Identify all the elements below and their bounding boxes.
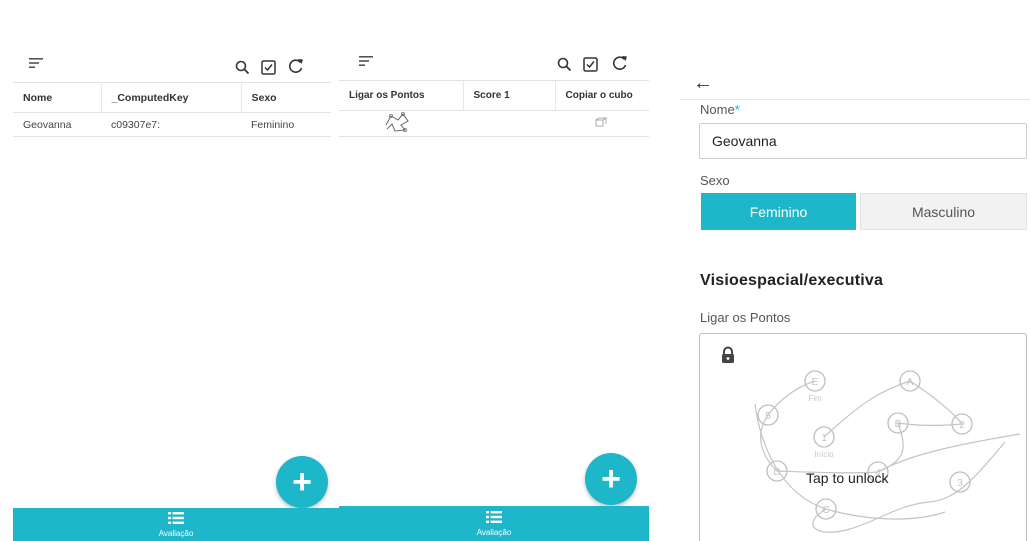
screen-d-scrolled: Ligar os Pontos Score 1 Copiar o cubo + … (339, 0, 649, 541)
trail-node-label: 1 (821, 433, 827, 444)
records-table-scrolled: Ligar os Pontos Score 1 Copiar o cubo (339, 80, 649, 137)
records-table: Nome _ComputedKey Sexo Geovanna c09307e7… (13, 82, 331, 137)
trail-node-label: A (907, 377, 914, 388)
sort-icon[interactable] (355, 50, 377, 72)
trail-node-label: 3 (957, 478, 963, 489)
refresh-icon[interactable] (609, 51, 631, 73)
trail-node-label: B (895, 419, 902, 430)
table-cell: Geovanna (13, 112, 101, 137)
column-header[interactable]: Score 1 (463, 80, 556, 111)
section-title: Visioespacial/executiva (700, 272, 884, 289)
drawing-field-label: Ligar os Pontos (700, 310, 791, 325)
lock-icon (720, 346, 736, 369)
cube-thumbnail-icon (595, 117, 608, 127)
trail-caption-end: Fim (808, 394, 822, 403)
table-cell: c09307e7: (101, 112, 241, 137)
table-row[interactable]: Geovanna c09307e7: Feminino (13, 112, 331, 137)
column-header[interactable]: Sexo (241, 82, 331, 113)
search-icon[interactable] (553, 53, 575, 75)
column-header[interactable]: Nome (13, 82, 102, 113)
add-record-button[interactable]: + (585, 453, 637, 505)
screen-d-list: Nome _ComputedKey Sexo Geovanna c09307e7… (13, 0, 339, 541)
column-header[interactable]: Copiar o cubo (555, 80, 649, 111)
table-header-row: Nome _ComputedKey Sexo (13, 82, 331, 113)
trail-node-label: 5 (765, 411, 771, 422)
cube-thumbnail-cell (555, 110, 649, 137)
search-icon[interactable] (231, 56, 253, 78)
screen-e-form: ← Nome* Geovanna Sexo Feminino Masculino… (680, 0, 1030, 541)
select-all-icon[interactable] (579, 53, 601, 75)
bottom-nav-label[interactable]: Avaliação (159, 529, 194, 538)
table-row[interactable] (339, 110, 649, 137)
add-record-button[interactable]: + (276, 456, 328, 508)
sex-option-feminino[interactable]: Feminino (701, 193, 856, 230)
required-mark: * (734, 102, 740, 117)
name-label: Nome* (700, 102, 740, 117)
trail-caption-start: Início (814, 450, 834, 459)
appbar-divider (680, 99, 1030, 100)
table-cell: Feminino (241, 112, 331, 137)
select-all-icon[interactable] (257, 56, 279, 78)
bottom-nav-bar: Avaliação (13, 508, 339, 541)
trail-node-label: C (822, 505, 829, 516)
bottom-nav-label[interactable]: Avaliação (477, 528, 512, 537)
trail-node-label: E (812, 377, 819, 388)
trail-node-label: 2 (959, 420, 965, 431)
sex-option-masculino[interactable]: Masculino (860, 193, 1027, 230)
drawing-thumbnail-icon (385, 111, 409, 132)
trail-node-label: D (773, 467, 780, 478)
table-cell (463, 110, 555, 137)
sort-icon[interactable] (25, 52, 47, 74)
trail-making-drawing: E A 5 B 2 1 D 4 3 C Fim Início (754, 370, 1021, 533)
name-label-text: Nome (700, 102, 735, 117)
table-header-row: Ligar os Pontos Score 1 Copiar o cubo (339, 80, 649, 111)
list-icon[interactable] (168, 511, 184, 526)
tap-to-unlock-label[interactable]: Tap to unlock (806, 470, 889, 486)
refresh-icon[interactable] (285, 54, 307, 76)
drawing-thumbnail-cell (339, 110, 463, 137)
sex-label: Sexo (700, 173, 730, 188)
column-header[interactable]: _ComputedKey (101, 82, 242, 113)
back-arrow-icon[interactable]: ← (692, 72, 714, 94)
trail-drawing-canvas[interactable]: E A 5 B 2 1 D 4 3 C Fim Início Tap to un… (699, 333, 1027, 541)
list-icon[interactable] (486, 510, 502, 525)
column-header[interactable]: Ligar os Pontos (339, 80, 464, 111)
bottom-nav-bar: Avaliação (339, 506, 649, 541)
name-input[interactable]: Geovanna (699, 123, 1027, 159)
